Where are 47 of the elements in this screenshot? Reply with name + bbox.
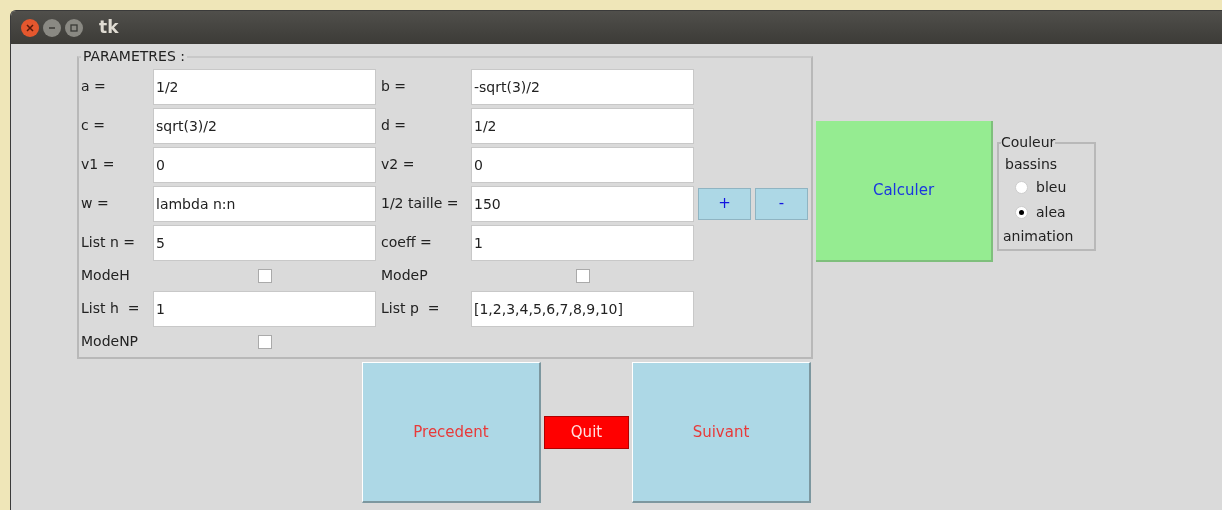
input-field[interactable]: 5 [153, 224, 376, 261]
radio-option[interactable]: alea [1005, 200, 1088, 225]
input-field[interactable]: 1 [153, 290, 376, 327]
input-field[interactable]: 1/2 [471, 107, 694, 144]
panel-legend: PARAMETRES : [81, 46, 187, 67]
group-caption: animation [1003, 227, 1075, 246]
checkbox[interactable] [575, 268, 590, 283]
checkbox-label: ModeNP [81, 332, 140, 351]
input-field[interactable]: 1/2 [153, 68, 376, 105]
input-field[interactable]: 150 [471, 185, 694, 222]
step-button[interactable]: - [755, 187, 808, 220]
field-label: 1/2 taille = [381, 194, 460, 213]
checkbox-label: ModeP [381, 266, 429, 285]
panel-legend: Couleur [1001, 132, 1056, 153]
field-label: c = [81, 116, 106, 135]
input-field[interactable]: 0 [471, 146, 694, 183]
checkbox-label: ModeH [81, 266, 131, 285]
field-label: List p = [381, 299, 441, 318]
field-label: coeff = [381, 233, 433, 252]
window-title: tk [99, 15, 119, 39]
field-label: v1 = [81, 155, 116, 174]
input-field[interactable]: sqrt(3)/2 [153, 107, 376, 144]
checkbox[interactable] [257, 268, 272, 283]
calculate-button[interactable]: Calculer [816, 121, 993, 262]
radio-option[interactable]: bleu [1005, 175, 1088, 200]
radio-button[interactable] [1015, 206, 1028, 219]
field-label: List n = [81, 233, 136, 252]
close-icon [26, 23, 34, 32]
field-label: v2 = [381, 155, 416, 174]
maximize-icon [70, 23, 78, 32]
maximize-button[interactable] [65, 18, 83, 37]
checkbox[interactable] [257, 334, 272, 349]
field-label: w = [81, 194, 110, 213]
input-field[interactable]: 0 [153, 146, 376, 183]
radio-button[interactable] [1015, 181, 1028, 194]
close-button[interactable] [21, 18, 39, 37]
field-label: b = [381, 77, 408, 96]
field-label: d = [381, 116, 408, 135]
step-button[interactable]: + [698, 187, 751, 220]
input-field[interactable]: lambda n:n [153, 185, 376, 222]
field-label: List h = [81, 299, 141, 318]
input-field[interactable]: -sqrt(3)/2 [471, 68, 694, 105]
group-caption: bassins [1005, 155, 1059, 174]
field-label: a = [81, 77, 107, 96]
minimize-button[interactable] [43, 18, 61, 37]
input-field[interactable]: 1 [471, 224, 694, 261]
input-field[interactable]: [1,2,3,4,5,6,7,8,9,10] [471, 290, 694, 327]
